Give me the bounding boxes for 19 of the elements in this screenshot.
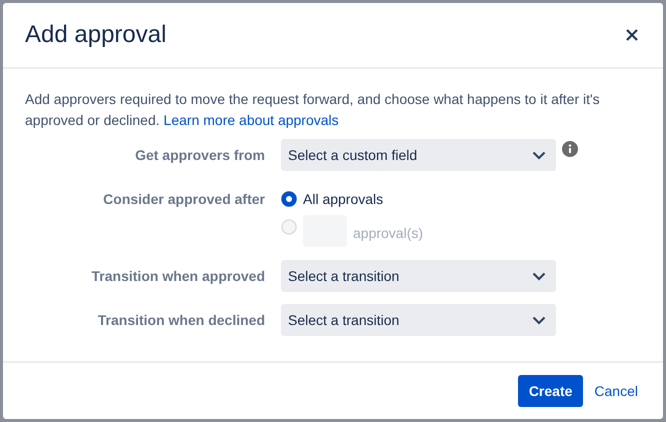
select-field[interactable]: Select a custom field bbox=[281, 139, 556, 171]
option-label: All approvals bbox=[303, 190, 384, 209]
field-label: Get approvers from bbox=[134, 146, 266, 165]
chevron-down-icon bbox=[532, 272, 546, 280]
select-field[interactable]: Select a transition bbox=[281, 260, 556, 292]
info-icon[interactable] bbox=[562, 141, 578, 157]
description-text: Add approvers required to move the request forward, and choose what happens to it after it's approved or declined. Learn more about approvals bbox=[25, 90, 601, 130]
select-field[interactable]: Select a transition bbox=[281, 304, 556, 336]
radio-button[interactable] bbox=[281, 191, 297, 207]
learn-more-link[interactable]: Learn more about approvals bbox=[164, 112, 339, 128]
field-label: Consider approved after bbox=[102, 190, 266, 209]
create-button[interactable]: Create bbox=[518, 375, 584, 407]
chevron-down-icon bbox=[532, 316, 546, 324]
field-label: Transition when approved bbox=[90, 267, 266, 286]
chevron-down-icon bbox=[532, 150, 546, 160]
field-label: Transition when declined bbox=[96, 311, 266, 330]
dialog-title: Add approval bbox=[25, 20, 166, 50]
cancel-link[interactable]: Cancel bbox=[591, 375, 641, 407]
option-label: approval(s) bbox=[353, 224, 424, 243]
